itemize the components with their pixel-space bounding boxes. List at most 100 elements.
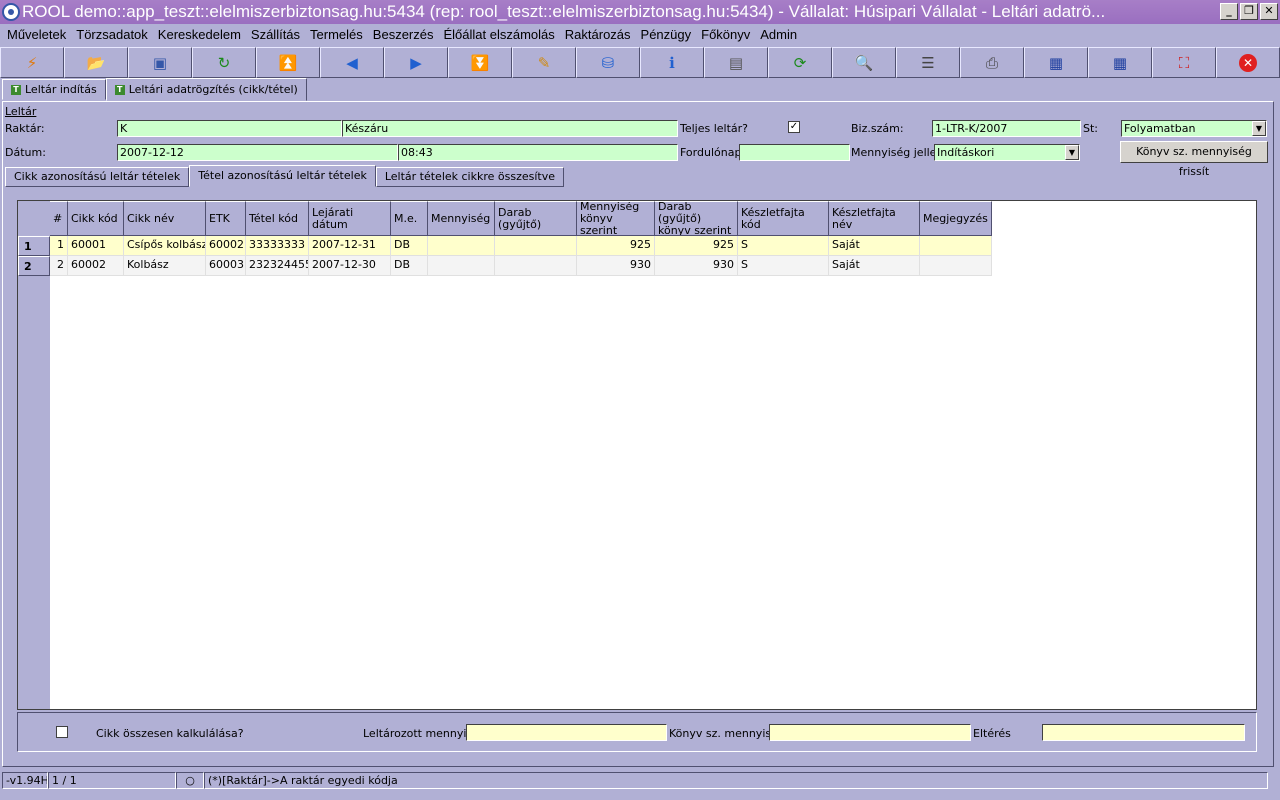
tab-cikkre-osszesitve[interactable]: Leltár tételek cikkre összesítve	[375, 167, 565, 187]
print-icon[interactable]: ⎙	[960, 47, 1024, 78]
table-cell[interactable]: 2007-12-30	[309, 256, 391, 276]
row-header[interactable]: 1	[18, 236, 50, 256]
columns-icon[interactable]: ☰	[896, 47, 960, 78]
cikk-osszesen-checkbox[interactable]	[56, 726, 68, 738]
ido-field[interactable]: 08:43	[398, 144, 678, 161]
col-header[interactable]: Darab (gyűjtő)	[495, 201, 577, 236]
menu-beszerzes[interactable]: Beszerzés	[368, 24, 439, 46]
menu-muveletek[interactable]: Műveletek	[2, 24, 71, 46]
table-cell[interactable]: Saját	[829, 256, 920, 276]
biz-szam-field[interactable]: 1-LTR-K/2007	[932, 120, 1081, 137]
table-cell[interactable]: Csípős kolbász	[124, 236, 206, 256]
row-header[interactable]: 2	[18, 256, 50, 276]
sync-icon[interactable]: ⟳	[768, 47, 832, 78]
chevron-down-icon[interactable]: ▼	[1252, 121, 1266, 136]
leltarozott-field[interactable]	[466, 724, 667, 741]
datum-field[interactable]: 2007-12-12	[117, 144, 398, 161]
table-cell[interactable]	[495, 236, 577, 256]
refresh-green-icon[interactable]: ↻	[192, 47, 256, 78]
col-header[interactable]: Készletfajta név	[829, 201, 920, 236]
table-cell[interactable]	[428, 236, 495, 256]
table-cell[interactable]: 60003	[206, 256, 246, 276]
col-header[interactable]: Cikk kód	[68, 201, 124, 236]
tab-leltar-inditas[interactable]: T Leltár indítás	[2, 79, 106, 100]
col-header[interactable]: Mennyiség könyv szerint	[577, 201, 655, 236]
close-icon[interactable]: ✕	[1216, 47, 1280, 78]
menu-eloallat[interactable]: Élőállat elszámolás	[439, 24, 560, 46]
table-cell[interactable]: 232324455	[246, 256, 309, 276]
col-header[interactable]: #	[50, 201, 68, 236]
konyv-field[interactable]	[769, 724, 971, 741]
table-view-icon[interactable]: ▤	[704, 47, 768, 78]
menu-fokonyv[interactable]: Főkönyv	[696, 24, 755, 46]
radio-icon[interactable]: ○	[176, 772, 204, 789]
table-cell[interactable]: 1	[50, 236, 68, 256]
menu-szallitas[interactable]: Szállítás	[246, 24, 305, 46]
table-cell[interactable]: S	[738, 236, 829, 256]
st-select[interactable]: Folyamatban ▼	[1121, 120, 1267, 137]
col-header[interactable]: Készletfajta kód	[738, 201, 829, 236]
table-cell[interactable]: Kolbász	[124, 256, 206, 276]
col-header[interactable]: Megjegyzés	[920, 201, 992, 236]
col-header[interactable]: ETK	[206, 201, 246, 236]
raktar-code-field[interactable]: K	[117, 120, 342, 137]
grid-import-icon[interactable]: ▦	[1088, 47, 1152, 78]
last-record-icon[interactable]: ⏬	[448, 47, 512, 78]
table-cell[interactable]: 925	[655, 236, 738, 256]
konyv-frissit-button[interactable]: Könyv sz. mennyiség frissít	[1120, 141, 1268, 178]
table-row[interactable]: 2 60002 Kolbász 60003 232324455 2007-12-…	[50, 256, 992, 276]
database-icon[interactable]: ⛁	[576, 47, 640, 78]
minimize-button[interactable]: _	[1220, 3, 1238, 20]
menu-admin[interactable]: Admin	[755, 24, 802, 46]
restore-button[interactable]: ❐	[1240, 3, 1258, 20]
save-icon[interactable]: ▣	[128, 47, 192, 78]
elteres-field[interactable]	[1042, 724, 1245, 741]
table-cell[interactable]: 33333333	[246, 236, 309, 256]
tab-cikk-azonositasu[interactable]: Cikk azonosítású leltár tételek	[5, 167, 190, 187]
menu-penzugy[interactable]: Pénzügy	[636, 24, 697, 46]
table-cell[interactable]	[495, 256, 577, 276]
items-grid[interactable]: # Cikk kód Cikk név ETK Tétel kód Lejára…	[17, 200, 1257, 710]
next-icon[interactable]: ▶	[384, 47, 448, 78]
col-header[interactable]: Mennyiség	[428, 201, 495, 236]
open-folder-icon[interactable]: 📂	[64, 47, 128, 78]
table-cell[interactable]: 60001	[68, 236, 124, 256]
edit-icon[interactable]: ✎	[512, 47, 576, 78]
col-header[interactable]: Cikk név	[124, 201, 206, 236]
table-cell[interactable]: 930	[577, 256, 655, 276]
table-cell[interactable]: S	[738, 256, 829, 276]
menu-kereskedelem[interactable]: Kereskedelem	[153, 24, 246, 46]
teljes-leltar-checkbox[interactable]: ✓	[788, 121, 800, 133]
table-cell[interactable]: 60002	[206, 236, 246, 256]
table-cell[interactable]: 2	[50, 256, 68, 276]
table-cell[interactable]: 60002	[68, 256, 124, 276]
table-cell[interactable]	[428, 256, 495, 276]
table-cell[interactable]: DB	[391, 256, 428, 276]
previous-icon[interactable]: ◀	[320, 47, 384, 78]
table-row[interactable]: 1 60001 Csípős kolbász 60002 33333333 20…	[50, 236, 992, 256]
info-icon[interactable]: ℹ	[640, 47, 704, 78]
table-cell[interactable]	[920, 236, 992, 256]
close-window-button[interactable]: ✕	[1260, 3, 1278, 20]
maximize-icon[interactable]: ⛶	[1152, 47, 1216, 78]
menu-raktarozas[interactable]: Raktározás	[560, 24, 636, 46]
table-cell[interactable]: 925	[577, 236, 655, 256]
chevron-down-icon[interactable]: ▼	[1065, 145, 1079, 160]
grid-export-icon[interactable]: ▦	[1024, 47, 1088, 78]
menu-torzsadatok[interactable]: Törzsadatok	[71, 24, 153, 46]
col-header[interactable]: Darab (gyűjtő) könyv szerint	[655, 201, 738, 236]
fordulonap-field[interactable]	[739, 144, 850, 161]
menu-termeles[interactable]: Termelés	[305, 24, 368, 46]
first-record-icon[interactable]: ⏫	[256, 47, 320, 78]
table-cell[interactable]	[920, 256, 992, 276]
table-cell[interactable]: DB	[391, 236, 428, 256]
col-header[interactable]: M.e.	[391, 201, 428, 236]
mennyiseg-jelleg-select[interactable]: Indításkori ▼	[934, 144, 1080, 161]
col-header[interactable]: Tétel kód	[246, 201, 309, 236]
table-cell[interactable]: 930	[655, 256, 738, 276]
tab-tetel-azonositasu[interactable]: Tétel azonosítású leltár tételek	[189, 165, 376, 187]
search-icon[interactable]: 🔍	[832, 47, 896, 78]
raktar-name-field[interactable]: Készáru	[342, 120, 678, 137]
lightning-icon[interactable]: ⚡	[0, 47, 64, 78]
tab-leltari-adatrogzites[interactable]: T Leltári adatrögzítés (cikk/tétel)	[105, 78, 307, 101]
